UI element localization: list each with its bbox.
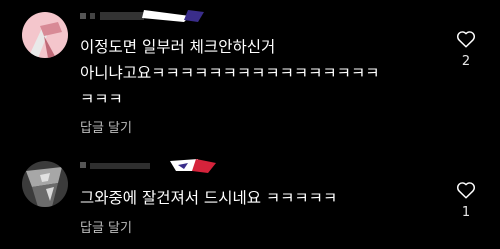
comment-item: 그와중에 잘건져서 드시네요 ㅋㅋㅋㅋㅋ 답글 달기 1 — [0, 150, 500, 249]
comment-item: 이정도면 일부러 체크안하신거 아니냐고요ㅋㅋㅋㅋㅋㅋㅋㅋㅋㅋㅋㅋㅋㅋㅋㅋ ㅋㅋ… — [0, 0, 500, 150]
like-button[interactable]: 2 — [452, 30, 480, 69]
like-count: 2 — [461, 54, 471, 69]
username-obscured[interactable] — [80, 8, 210, 24]
heart-outline-icon[interactable] — [452, 181, 480, 199]
comment-text: 이정도면 일부러 체크안하신거 아니냐고요ㅋㅋㅋㅋㅋㅋㅋㅋㅋㅋㅋㅋㅋㅋㅋㅋ ㅋㅋ… — [80, 34, 430, 112]
comment-text-line: 아니냐고요ㅋㅋㅋㅋㅋㅋㅋㅋㅋㅋㅋㅋㅋㅋㅋㅋ — [80, 64, 380, 82]
like-button[interactable]: 1 — [452, 181, 480, 220]
avatar[interactable] — [22, 161, 68, 207]
comment-text-line: ㅋㅋㅋ — [80, 90, 123, 108]
comment-text: 그와중에 잘건져서 드시네요 ㅋㅋㅋㅋㅋ — [80, 185, 430, 211]
avatar[interactable] — [22, 12, 68, 58]
heart-outline-icon[interactable] — [452, 30, 480, 48]
reply-button[interactable]: 답글 달기 — [80, 117, 132, 136]
comment-text-line: 이정도면 일부러 체크안하신거 — [80, 38, 276, 56]
comment-text-line: 그와중에 잘건져서 드시네요 ㅋㅋㅋㅋㅋ — [80, 189, 338, 207]
like-count: 1 — [461, 205, 471, 220]
reply-button[interactable]: 답글 달기 — [80, 217, 132, 236]
username-obscured[interactable] — [80, 157, 220, 173]
